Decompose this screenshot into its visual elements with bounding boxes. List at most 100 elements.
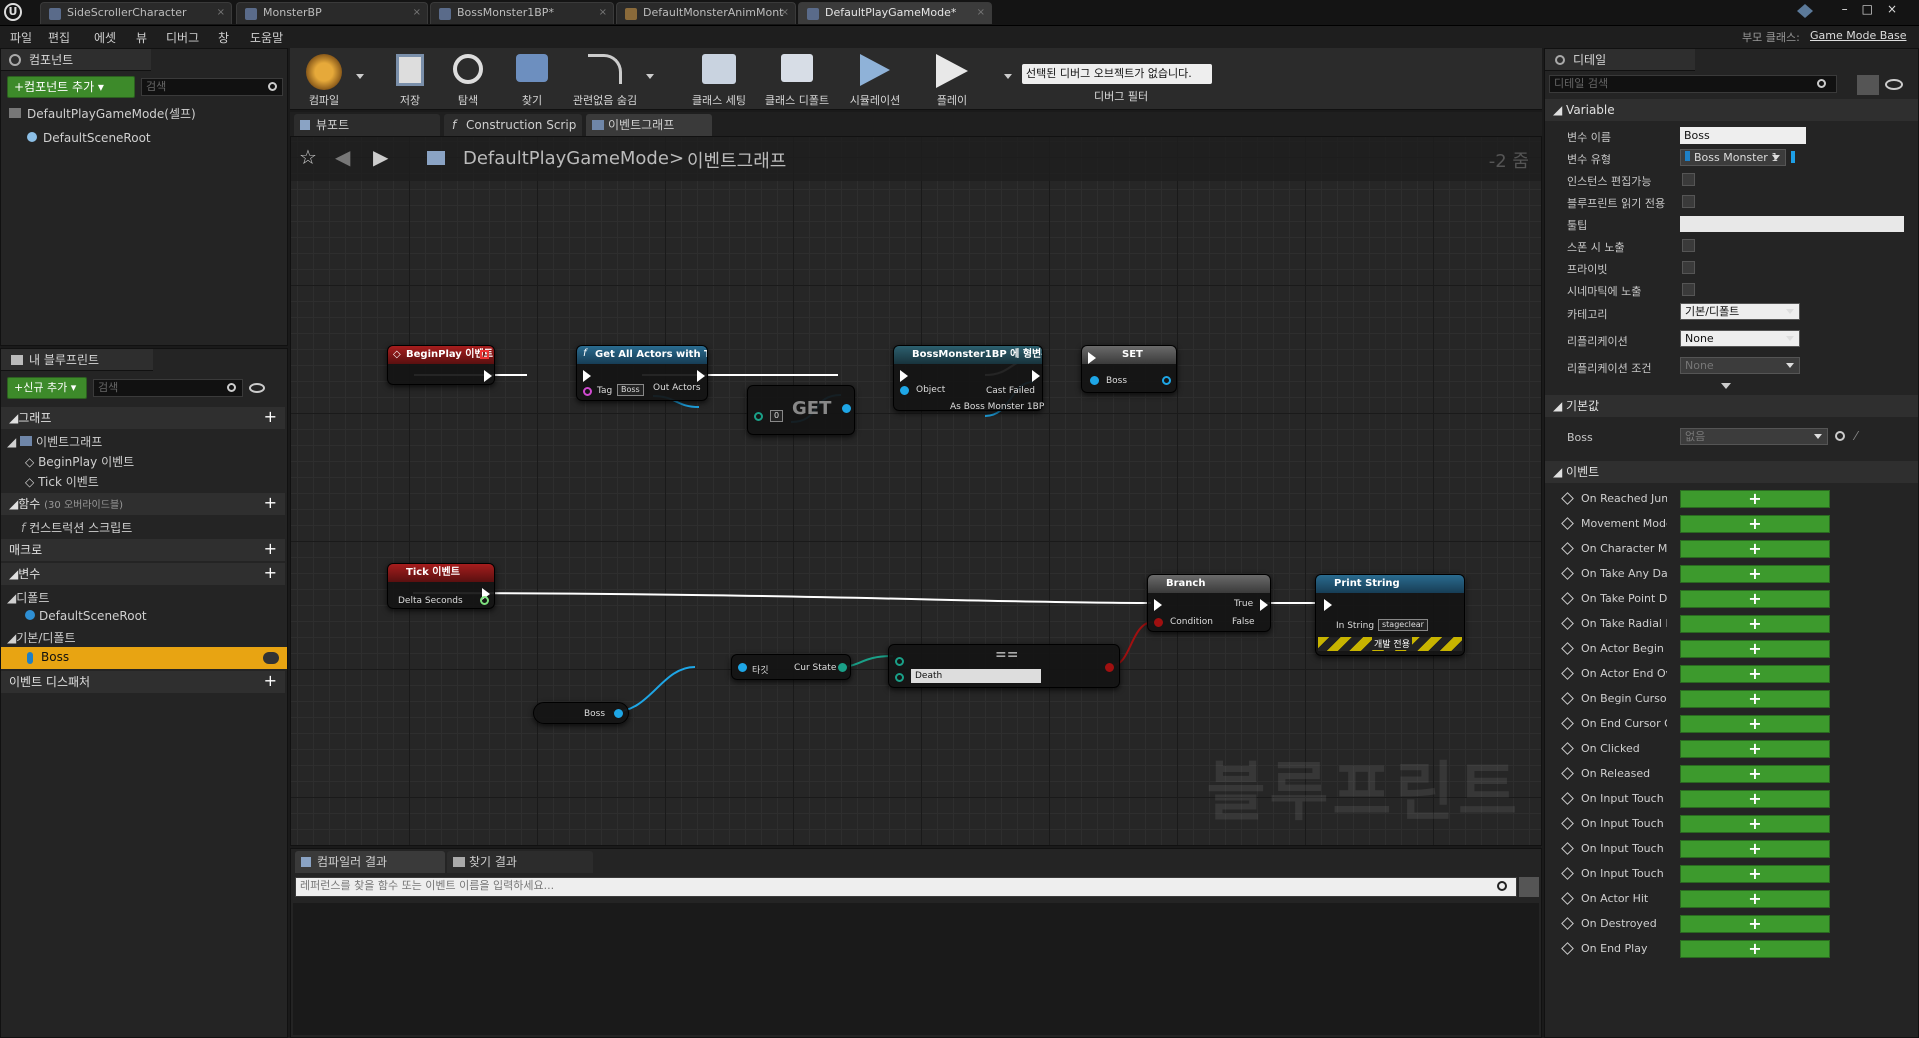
components-tab[interactable]: 컴포넌트	[1, 49, 151, 71]
close-icon[interactable]: ×	[781, 3, 789, 23]
close-window-icon[interactable]: ×	[1887, 2, 1911, 16]
index-input[interactable]: 0	[770, 410, 784, 422]
tree-construction[interactable]: f 컨스트럭션 스크립트	[21, 519, 132, 536]
add-function-icon[interactable]: +	[264, 495, 277, 511]
delta-seconds-pin[interactable]	[480, 596, 489, 605]
components-search-input[interactable]: 검색	[141, 78, 283, 96]
expose-on-spawn-checkbox[interactable]	[1682, 239, 1695, 252]
add-macro-icon[interactable]: +	[264, 541, 277, 557]
property-matrix-icon[interactable]	[1857, 75, 1879, 95]
section-graphs[interactable]: ◢그래프 +	[1, 407, 285, 429]
editor-tab-monsterbp[interactable]: MonsterBP ×	[236, 2, 428, 24]
variable-type-pill-icon[interactable]	[263, 652, 279, 664]
section-macros[interactable]: 매크로 +	[1, 539, 285, 561]
tab-construction-script[interactable]: f Construction Scrip	[444, 114, 582, 136]
replication-select[interactable]: None	[1680, 330, 1800, 347]
close-icon[interactable]: ×	[599, 3, 607, 23]
compile-button[interactable]: 컴파일	[292, 48, 356, 110]
maximize-icon[interactable]: □	[1862, 2, 1887, 16]
enum-b-pin[interactable]	[895, 673, 904, 682]
add-event-button[interactable]: +	[1680, 740, 1830, 758]
target-pin[interactable]	[738, 663, 747, 672]
browse-search-icon[interactable]	[1835, 431, 1845, 441]
compile-options-chevron-icon[interactable]	[356, 74, 364, 79]
add-event-button[interactable]: +	[1680, 490, 1830, 508]
tab-event-graph[interactable]: 이벤트그래프	[586, 114, 712, 136]
node-tick-event[interactable]: Tick 이벤트 Delta Seconds	[387, 563, 495, 609]
tag-value-input[interactable]: Boss	[617, 384, 644, 396]
exec-in-pin[interactable]	[1088, 352, 1096, 364]
add-event-button[interactable]: +	[1680, 865, 1830, 883]
class-settings-button[interactable]: 클래스 세팅	[682, 48, 756, 110]
find-in-all-blueprints-icon[interactable]	[1519, 877, 1539, 897]
details-tab[interactable]: 디테일	[1545, 49, 1695, 71]
item-out-pin[interactable]	[842, 404, 851, 413]
play-button[interactable]: 플레이	[920, 48, 984, 110]
add-event-button[interactable]: +	[1680, 840, 1830, 858]
add-event-button[interactable]: +	[1680, 665, 1830, 683]
node-get-all-actors-with-tag[interactable]: Get All Actors with Tag f Tag Boss Out A…	[576, 345, 708, 401]
editor-tab-gamemode[interactable]: DefaultPlayGameMode* ×	[798, 2, 992, 24]
object-pin[interactable]	[900, 386, 909, 395]
add-component-button[interactable]: +컴포넌트 추가 ▾	[7, 76, 135, 98]
find-references-input[interactable]: 레퍼런스를 찾을 함수 또는 이벤트 이름을 입력하세요...	[295, 877, 1517, 897]
variable-type-select[interactable]: Boss Monster 1	[1680, 149, 1786, 166]
node-beginplay-event[interactable]: BeginPlay 이벤트 ◇	[387, 345, 495, 385]
minimize-icon[interactable]: –	[1842, 2, 1862, 16]
variable-boss-row[interactable]: Boss	[1, 647, 287, 669]
death-enum-select[interactable]: Death	[911, 669, 1041, 683]
save-button[interactable]: 저장	[378, 48, 442, 110]
component-scene-root[interactable]: DefaultSceneRoot	[27, 131, 151, 145]
exec-out-pin[interactable]	[1032, 370, 1040, 382]
details-search-input[interactable]: 디테일 검색	[1549, 75, 1837, 93]
section-functions[interactable]: ◢함수 (30 오버라이드블) +	[1, 493, 285, 515]
default-boss-select[interactable]: 없음	[1680, 428, 1828, 445]
exec-out-pin[interactable]	[697, 370, 705, 382]
add-event-button[interactable]: +	[1680, 615, 1830, 633]
node-get-boss[interactable]: Boss	[533, 702, 629, 724]
exec-in-pin[interactable]	[583, 370, 591, 382]
section-events[interactable]: ◢ 이벤트	[1545, 461, 1918, 483]
browse-button[interactable]: 탐색	[436, 48, 500, 110]
bool-out-pin[interactable]	[1105, 663, 1114, 672]
add-event-button[interactable]: +	[1680, 515, 1830, 533]
true-exec-pin[interactable]	[1260, 599, 1268, 611]
parent-class-link[interactable]: Game Mode Base	[1810, 29, 1907, 42]
boss-out-pin[interactable]	[1162, 376, 1171, 385]
hide-options-chevron-icon[interactable]	[646, 74, 654, 79]
editor-tab-bossmonster[interactable]: BossMonster1BP* ×	[430, 2, 614, 24]
event-graph-canvas[interactable]: ☆ ◀ ▶ DefaultPlayGameMode > 이벤트그래프 -2 줌 …	[290, 136, 1542, 846]
node-get-cur-state[interactable]: 타깃 Cur State	[731, 654, 851, 680]
menu-edit[interactable]: 편집	[48, 29, 70, 46]
source-control-icon[interactable]	[1797, 4, 1813, 18]
add-event-button[interactable]: +	[1680, 590, 1830, 608]
in-string-input[interactable]: stageclear	[1378, 619, 1428, 631]
instance-editable-checkbox[interactable]	[1682, 173, 1695, 186]
tab-compiler-results[interactable]: 컴파일러 결과	[295, 851, 445, 873]
my-blueprint-search-input[interactable]: 검색	[93, 379, 243, 397]
expand-advanced-icon[interactable]	[1721, 383, 1731, 389]
cur-state-pin[interactable]	[838, 663, 847, 672]
menu-asset[interactable]: 에셋	[94, 29, 116, 46]
section-variables[interactable]: ◢변수 +	[1, 563, 285, 585]
simulation-button[interactable]: 시뮬레이션	[838, 48, 912, 110]
node-set-boss[interactable]: SET Boss	[1081, 345, 1177, 393]
add-event-button[interactable]: +	[1680, 565, 1830, 583]
delegate-pin-icon[interactable]	[480, 350, 489, 359]
add-new-button[interactable]: +신규 추가 ▾	[7, 377, 87, 399]
expose-cinematics-checkbox[interactable]	[1682, 283, 1695, 296]
exec-in-pin[interactable]	[1324, 599, 1332, 611]
section-dispatchers[interactable]: 이벤트 디스패처 +	[1, 671, 285, 693]
tree-event-graph[interactable]: ◢ 이벤트그래프	[7, 433, 102, 450]
tooltip-input[interactable]	[1680, 216, 1904, 232]
editor-tab-sidescroller[interactable]: SideScrollerCharacter ×	[40, 2, 232, 24]
add-event-button[interactable]: +	[1680, 790, 1830, 808]
my-blueprint-tab[interactable]: 내 블루프린트	[1, 349, 153, 371]
component-self[interactable]: DefaultPlayGameMode(셀프)	[9, 105, 196, 122]
node-print-string[interactable]: Print String In String stageclear 개발 전용	[1315, 574, 1465, 656]
tab-find-results[interactable]: 찾기 결과	[447, 851, 593, 873]
play-options-chevron-icon[interactable]	[1004, 74, 1012, 79]
menu-view[interactable]: 뷰	[136, 29, 147, 46]
exec-out-pin[interactable]	[484, 370, 492, 382]
section-default-value[interactable]: ◢ 기본값	[1545, 395, 1918, 417]
